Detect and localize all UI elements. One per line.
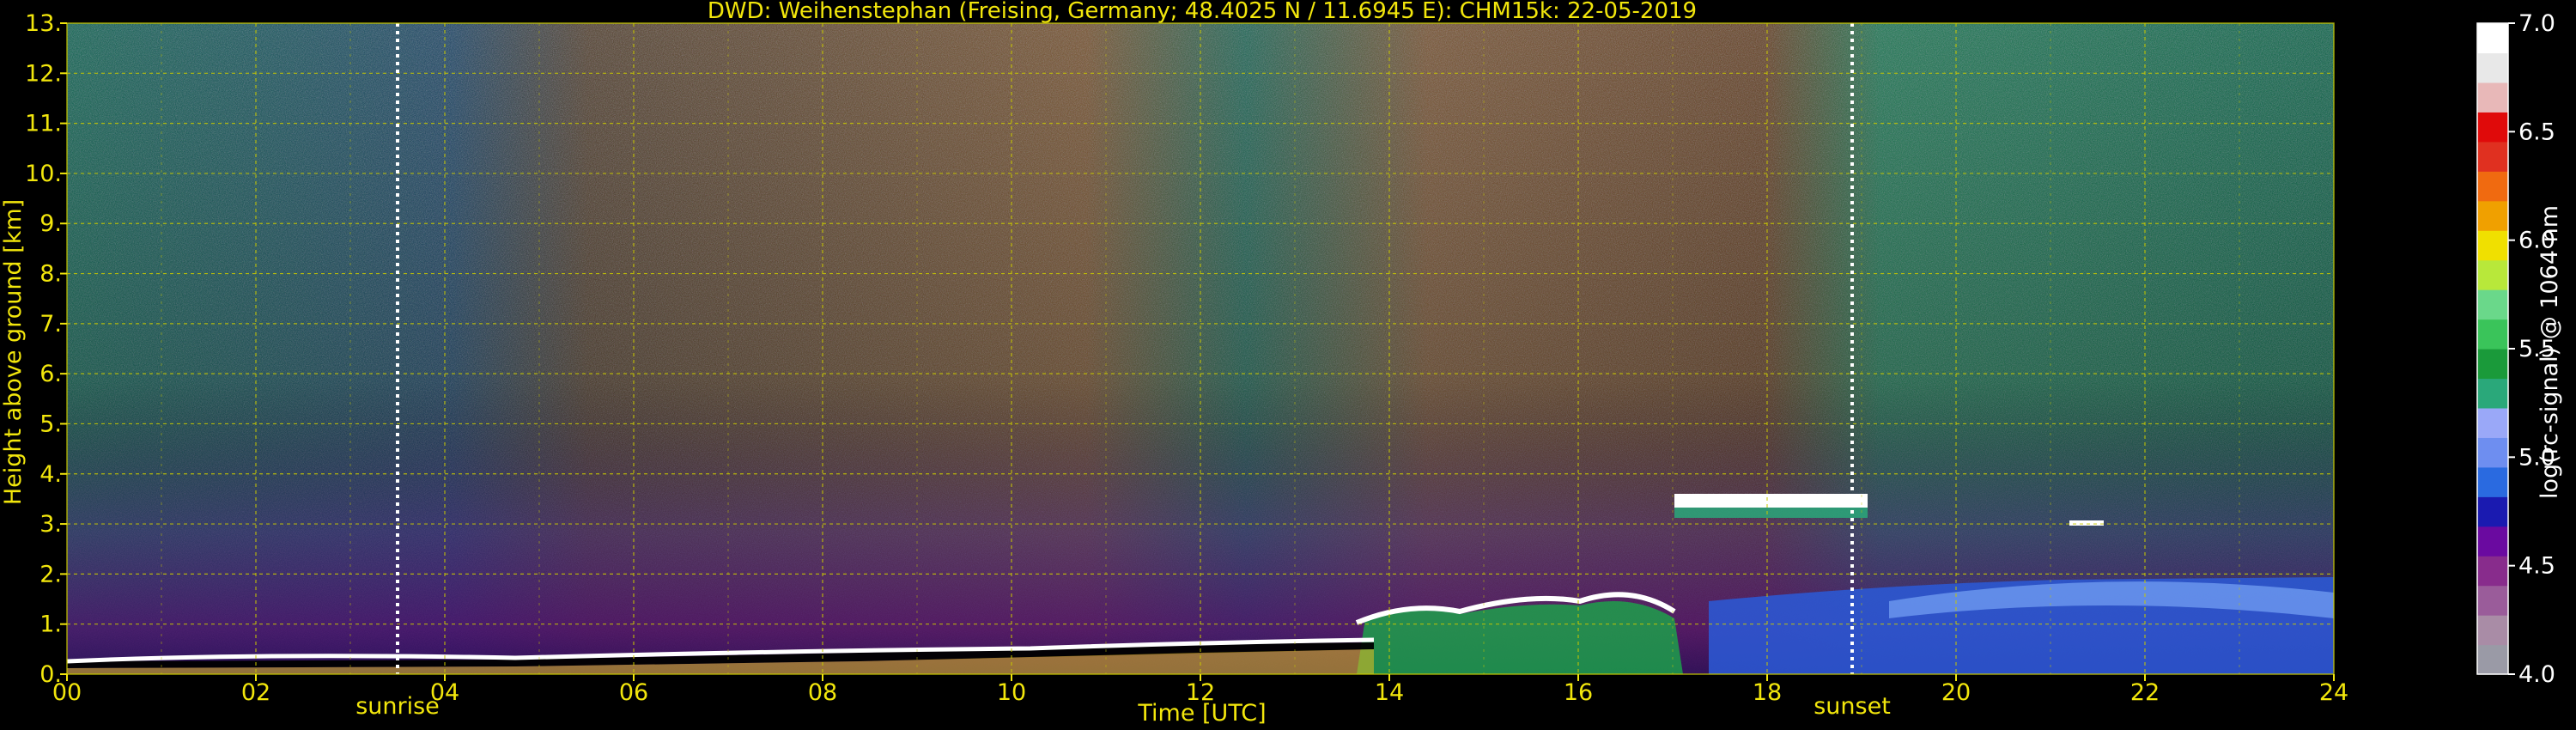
sunrise-label: sunrise — [355, 693, 440, 720]
y-axis: 0.1.2.3.4.5.6.7.8.9.10.11.12.13. — [25, 10, 67, 688]
x-tick-label: 02 — [241, 679, 270, 706]
elevated-layer-patch — [2069, 520, 2104, 526]
colorbar-segment — [2477, 82, 2508, 113]
chart-title: DWD: Weihenstephan (Freising, Germany; 4… — [708, 0, 1697, 24]
colorbar-segment — [2477, 112, 2508, 143]
x-tick-label: 16 — [1564, 679, 1593, 706]
x-tick-label: 18 — [1753, 679, 1782, 706]
colorbar — [2476, 22, 2509, 675]
colorbar-segment — [2477, 526, 2508, 557]
y-axis-label: Height above ground [km] — [0, 199, 27, 505]
y-tick-label: 3. — [39, 511, 62, 538]
colorbar-segment — [2477, 615, 2508, 646]
x-tick-label: 24 — [2319, 679, 2348, 706]
y-tick-label: 1. — [39, 611, 62, 638]
x-tick-label: 20 — [1941, 679, 1971, 706]
y-tick-label: 6. — [39, 361, 62, 387]
colorbar-segment — [2477, 585, 2508, 616]
colorbar-segment — [2477, 644, 2508, 675]
colorbar-label: log(rc-signal) @ 1064 nm — [2537, 205, 2563, 499]
colorbar-segment — [2477, 378, 2508, 409]
colorbar-segment — [2477, 466, 2508, 497]
x-tick-label: 08 — [808, 679, 837, 706]
y-tick-label: 7. — [39, 311, 62, 338]
colorbar-segment — [2477, 319, 2508, 350]
colorbar-segment — [2477, 289, 2508, 320]
y-tick-label: 13. — [25, 10, 62, 37]
colorbar-tick-label: 7.0 — [2518, 10, 2555, 37]
y-tick-label: 12. — [25, 60, 62, 87]
colorbar-segment — [2477, 259, 2508, 290]
y-tick-label: 4. — [39, 461, 62, 488]
colorbar-segment — [2477, 52, 2508, 83]
colorbar-segment — [2477, 230, 2508, 261]
colorbar-segment — [2477, 200, 2508, 231]
colorbar-segment — [2477, 349, 2508, 380]
colorbar-segment — [2477, 407, 2508, 438]
x-tick-label: 00 — [52, 679, 82, 706]
x-tick-label: 14 — [1375, 679, 1404, 706]
colorbar-tick-label: 4.0 — [2518, 661, 2555, 688]
ceilometer-chart: 0.1.2.3.4.5.6.7.8.9.10.11.12.13. 00 02 04 0… — [0, 0, 2563, 727]
sunset-label: sunset — [1814, 693, 1891, 720]
colorbar-segment — [2477, 171, 2508, 202]
colorbar-segment — [2477, 556, 2508, 587]
y-tick-label: 9. — [39, 210, 62, 237]
colorbar-segment — [2477, 437, 2508, 468]
colorbar-tick-label: 4.5 — [2518, 553, 2555, 580]
y-tick-label: 8. — [39, 261, 62, 288]
cloud-layer-base — [1674, 508, 1868, 518]
colorbar-segment — [2477, 496, 2508, 527]
colorbar-segment — [2477, 23, 2508, 54]
mixing-layer — [1357, 601, 1683, 674]
y-tick-label: 10. — [25, 161, 62, 187]
y-tick-label: 5. — [39, 411, 62, 437]
x-tick-label: 10 — [997, 679, 1026, 706]
x-tick-label: 06 — [619, 679, 648, 706]
y-tick-label: 11. — [25, 111, 62, 137]
y-tick-label: 2. — [39, 561, 62, 587]
colorbar-segment — [2477, 141, 2508, 172]
annotations: sunrise sunset — [355, 693, 1891, 720]
x-tick-label: 22 — [2130, 679, 2160, 706]
colorbar-tick-label: 6.5 — [2518, 119, 2555, 145]
cloud-layer — [1674, 494, 1868, 508]
x-axis-label: Time [UTC] — [1137, 700, 1266, 727]
